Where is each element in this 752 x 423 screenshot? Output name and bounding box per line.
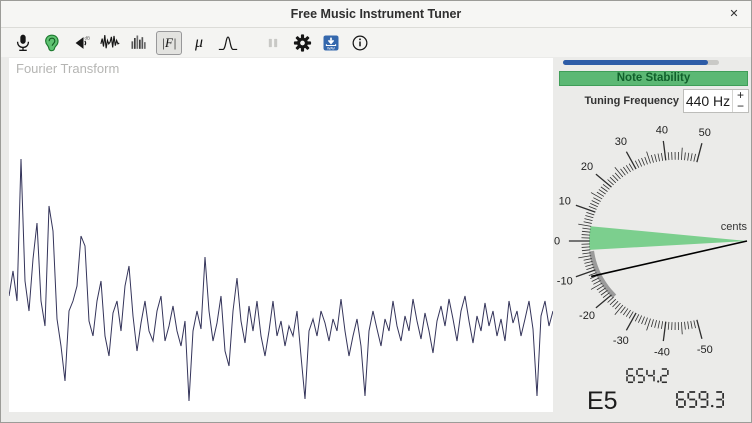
spectrum-trace [9, 58, 553, 412]
save-icon: WAV [321, 32, 341, 54]
plot-title: Fourier Transform [16, 61, 119, 76]
spinner-buttons: + − [732, 90, 748, 112]
mu-button[interactable]: μ [187, 31, 211, 55]
svg-text:-20: -20 [579, 310, 595, 322]
svg-text:40: 40 [656, 124, 668, 136]
speaker-db-icon: dB [71, 32, 91, 54]
frequency-display [627, 369, 687, 384]
gear-icon [292, 32, 313, 54]
stability-progress-fill [563, 60, 708, 65]
svg-text:10: 10 [559, 196, 571, 208]
window-title: Free Music Instrument Tuner [1, 1, 751, 27]
pause-button[interactable] [261, 31, 285, 55]
volume-button[interactable]: dB [69, 31, 93, 55]
note-stability-banner: Note Stability [559, 71, 748, 86]
waveform-view-button[interactable] [98, 31, 122, 55]
tuning-frequency-label: Tuning Frequency [584, 95, 679, 107]
titlebar: Free Music Instrument Tuner ✕ [1, 1, 751, 28]
settings-button[interactable] [290, 31, 314, 55]
save-badge: WAV [327, 46, 336, 50]
pause-icon [263, 32, 283, 54]
mu-icon: μ [195, 34, 203, 52]
decrement-button[interactable]: − [733, 101, 748, 112]
svg-text:-50: -50 [697, 344, 713, 356]
spectrum-view-button[interactable] [127, 31, 151, 55]
close-button[interactable]: ✕ [723, 1, 745, 27]
microphone-icon [13, 32, 33, 54]
svg-text:0: 0 [554, 236, 560, 248]
fourier-transform-icon: |F| [161, 35, 176, 51]
db-badge: dB [84, 35, 90, 40]
app-window: Free Music Instrument Tuner ✕ dB [0, 0, 752, 423]
ear-icon [42, 32, 62, 54]
listen-button[interactable] [40, 31, 64, 55]
save-button[interactable]: WAV [319, 31, 343, 55]
info-button[interactable] [348, 31, 372, 55]
waveform-icon [100, 32, 121, 54]
svg-text:cents: cents [721, 221, 748, 233]
info-icon [350, 32, 370, 54]
svg-text:50: 50 [699, 127, 711, 139]
svg-text:-30: -30 [613, 335, 629, 347]
cents-gauge: -50 -40 -30 -20 -10 0 10 20 30 40 50 cents [553, 108, 752, 368]
tuning-frequency-spinbox[interactable]: 440 Hz + − [683, 89, 749, 113]
spectrum-bars-icon [129, 32, 149, 54]
tuning-frequency-value[interactable]: 440 Hz [684, 90, 732, 112]
microphone-button[interactable] [11, 31, 35, 55]
gaussian-curve-icon [217, 32, 239, 54]
stability-progress-bar [563, 60, 719, 65]
svg-text:30: 30 [615, 136, 627, 148]
fourier-transform-button[interactable]: |F| [156, 31, 182, 55]
note-name-display: E5 [587, 387, 618, 416]
gaussian-button[interactable] [216, 31, 240, 55]
svg-text:-40: -40 [654, 347, 670, 359]
fourier-plot: Fourier Transform [9, 58, 553, 412]
toolbar: dB |F| μ [1, 28, 751, 57]
svg-text:20: 20 [581, 161, 593, 173]
tuner-panel: Note Stability Tuning Frequency 440 Hz +… [553, 58, 752, 423]
svg-text:-10: -10 [557, 275, 573, 287]
secondary-frequency-display [677, 392, 737, 408]
